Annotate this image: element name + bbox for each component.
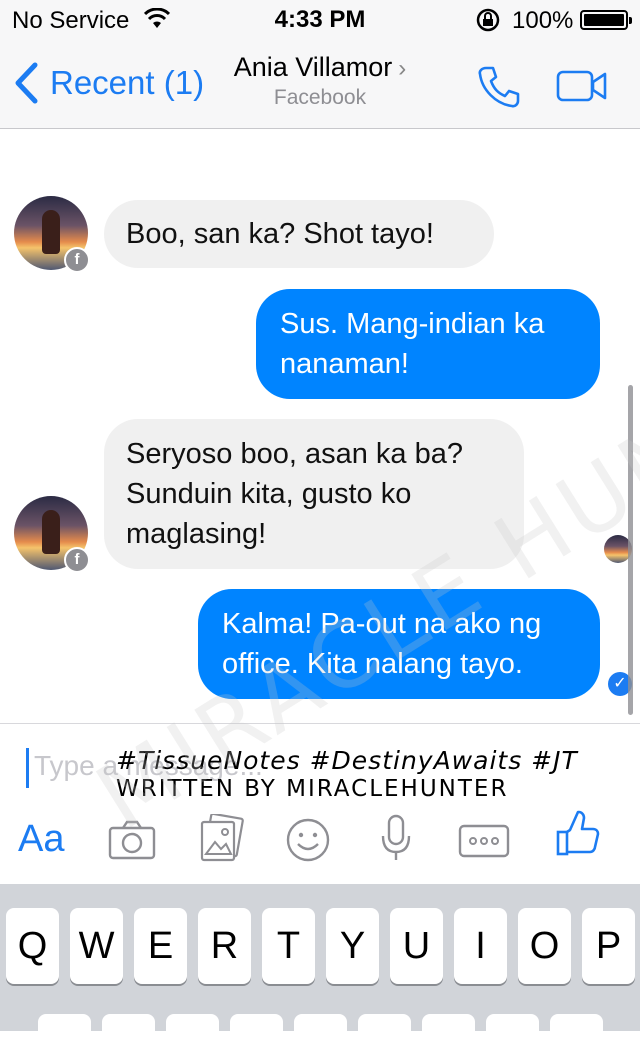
keyboard-key[interactable] [422, 1014, 475, 1044]
keyboard-key[interactable] [486, 1014, 539, 1044]
keyboard-key[interactable] [230, 1014, 283, 1044]
more-icon[interactable] [458, 824, 510, 863]
composer-toolbar: Aa [0, 810, 640, 874]
status-bar: No Service 4:33 PM 100% [0, 0, 640, 40]
message-list[interactable]: f Boo, san ka? Shot tayo! Sus. Mang-indi… [0, 129, 640, 723]
key-i[interactable]: I [454, 908, 507, 984]
contact-source: Facebook [273, 86, 367, 109]
keyboard-key[interactable] [294, 1014, 347, 1044]
battery-percent: 100% [512, 7, 574, 34]
microphone-icon[interactable] [380, 814, 412, 869]
incoming-message[interactable]: Boo, san ka? Shot tayo! [104, 200, 494, 268]
key-o[interactable]: O [518, 908, 571, 984]
key-u[interactable]: U [390, 908, 443, 984]
keyboard-key[interactable] [102, 1014, 155, 1044]
scrollbar[interactable] [628, 385, 633, 715]
facebook-icon: f [64, 247, 90, 273]
text-cursor [26, 748, 29, 788]
key-r[interactable]: R [198, 908, 251, 984]
video-camera-icon[interactable] [556, 70, 608, 107]
overlay-credit: WRITTEN BY MIRACLEHUNTER [116, 776, 509, 802]
sticker-icon[interactable] [286, 818, 330, 867]
key-w[interactable]: W [70, 908, 123, 984]
key-p[interactable]: P [582, 908, 635, 984]
phone-icon[interactable] [476, 64, 522, 115]
photos-icon[interactable] [198, 812, 244, 869]
contact-name-button[interactable]: Ania Villamor › [0, 52, 640, 83]
outgoing-message[interactable]: Kalma! Pa-out na ako ng office. Kita nal… [198, 589, 600, 699]
text-style-button[interactable]: Aa [18, 818, 64, 861]
conversation-header: Recent (1) Ania Villamor › Facebook [0, 40, 640, 129]
keyboard: Q W E R T Y U I O P [0, 884, 640, 1044]
keyboard-key[interactable] [38, 1014, 91, 1044]
rotation-lock-icon [476, 8, 500, 37]
incoming-message[interactable]: Seryoso boo, asan ka ba? Sunduin kita, g… [104, 419, 524, 569]
thumbs-up-icon[interactable] [556, 810, 600, 863]
keyboard-key[interactable] [358, 1014, 411, 1044]
facebook-icon: f [64, 547, 90, 573]
chevron-right-icon: › [398, 55, 407, 82]
outgoing-message[interactable]: Sus. Mang-indian ka nanaman! [256, 289, 600, 399]
keyboard-key[interactable] [166, 1014, 219, 1044]
battery-icon [580, 10, 632, 30]
camera-icon[interactable] [108, 820, 156, 865]
keyboard-key[interactable] [550, 1014, 603, 1044]
key-t[interactable]: T [262, 908, 315, 984]
key-e[interactable]: E [134, 908, 187, 984]
contact-name: Ania Villamor [233, 52, 393, 82]
message-composer: Type a message... #TissueNotes #DestinyA… [0, 723, 640, 884]
overlay-hashtags: #TissueNotes #DestinyAwaits #JT [116, 746, 578, 775]
key-q[interactable]: Q [6, 908, 59, 984]
key-y[interactable]: Y [326, 908, 379, 984]
